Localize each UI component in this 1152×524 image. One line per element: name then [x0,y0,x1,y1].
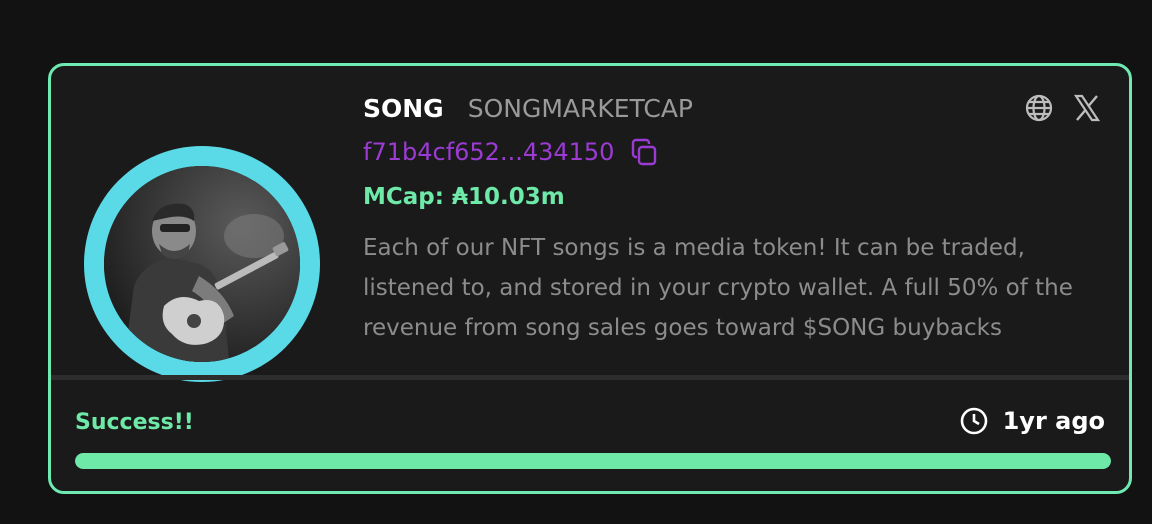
contract-address-row: f71b4cf652...434150 [363,136,660,168]
divider [51,375,1129,380]
token-header: SONG SONGMARKETCAP [363,94,693,128]
copy-icon[interactable] [628,136,660,168]
time-ago-label: 1yr ago [1002,407,1105,435]
clock-icon [959,406,989,436]
contract-address[interactable]: f71b4cf652...434150 [363,138,614,166]
token-name: SONGMARKETCAP [467,94,693,123]
token-ticker: SONG [363,94,444,123]
social-links [1023,92,1103,124]
x-icon[interactable] [1071,92,1103,124]
avatar-ring [84,146,320,382]
status-text: Success!! [75,410,194,435]
time-ago: 1yr ago [959,406,1105,436]
progress-fill [75,453,1111,469]
token-card[interactable]: SONG SONGMARKETCAP f71b4cf652...434150 M… [48,63,1132,494]
market-cap: MCap: ₳10.03m [363,184,565,210]
globe-icon[interactable] [1023,92,1055,124]
token-description: Each of our NFT songs is a media token! … [363,235,1073,341]
progress-bar [75,453,1111,469]
guitarist-photo [104,166,300,362]
avatar [104,166,300,362]
